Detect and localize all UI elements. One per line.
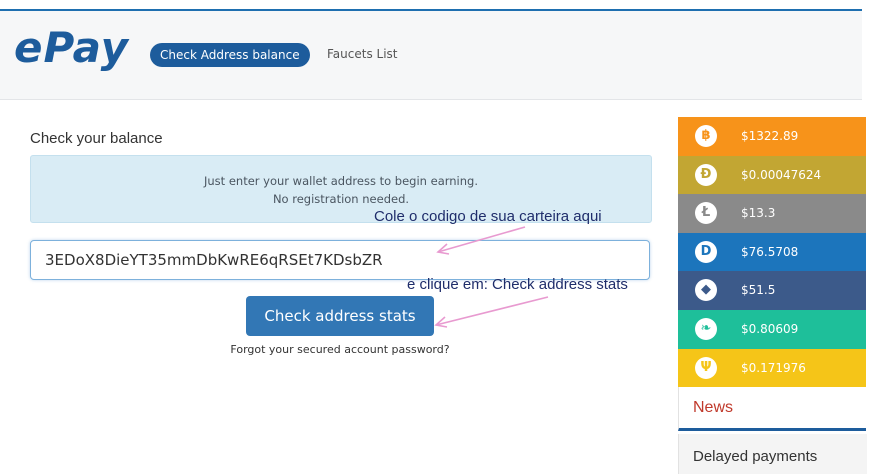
section-title: Check your balance [30, 130, 163, 147]
coin-row[interactable]: D $76.5708 [678, 232, 866, 272]
delayed-payments-label: Delayed payments [693, 448, 818, 465]
dash-icon: D [695, 240, 717, 263]
info-line-2: No registration needed. [272, 192, 410, 206]
coin-price: $76.5708 [741, 244, 799, 259]
news-label: News [693, 399, 734, 416]
coin-row[interactable]: Đ $0.00047624 [678, 155, 866, 195]
coin-price: $1322.89 [741, 129, 799, 143]
bitcoin-icon: ฿ [695, 125, 717, 147]
coin-price: $0.171976 [741, 360, 806, 375]
arrow-head-button [434, 316, 448, 328]
primecoin-icon: Ψ [695, 356, 717, 379]
coin-row[interactable]: ❧ $0.80609 [678, 309, 866, 349]
ethereum-icon: ◆ [695, 279, 717, 302]
check-address-stats-button[interactable]: Check address stats [246, 296, 434, 336]
info-line-1: Just enter your wallet address to begin … [204, 174, 478, 188]
delayed-payments-item[interactable]: Delayed payments [678, 434, 867, 474]
litecoin-icon: Ł [695, 202, 717, 225]
coin-row[interactable]: ฿ $1322.89 [678, 117, 866, 156]
coin-price: $0.80609 [741, 321, 799, 336]
coin-price-list: ฿ $1322.89 Đ $0.00047624 Ł $13.3 D $76.5708 ◆ $51… [678, 117, 866, 388]
annotation-paste-code: Cole o codigo de sua carteira aqui [374, 208, 602, 225]
annotation-click-button: e clique em: Check address stats [407, 276, 628, 293]
header: ePay Check Address balance Faucets List [0, 11, 862, 100]
nav-check-address-balance[interactable]: Check Address balance [150, 43, 310, 67]
coin-row[interactable]: ◆ $51.5 [678, 271, 866, 310]
coin-price: $51.5 [741, 283, 776, 298]
coin-row[interactable]: Ł $13.3 [678, 194, 866, 233]
coin-price: $0.00047624 [741, 167, 822, 182]
peercoin-icon: ❧ [695, 317, 717, 340]
tab-news[interactable]: News [678, 387, 866, 431]
forgot-password-link[interactable]: Forgot your secured account password? [0, 343, 680, 356]
epay-logo[interactable]: ePay [14, 27, 129, 69]
dogecoin-icon: Đ [695, 163, 717, 186]
coin-price: $13.3 [741, 206, 776, 221]
coin-row[interactable]: Ψ $0.171976 [678, 348, 866, 388]
wallet-address-input[interactable]: 3EDoX8DieYT35mmDbKwRE6qRSEt7KDsbZR [30, 240, 650, 280]
nav-faucets-list[interactable]: Faucets List [327, 47, 398, 61]
arrow-to-button [435, 296, 549, 326]
